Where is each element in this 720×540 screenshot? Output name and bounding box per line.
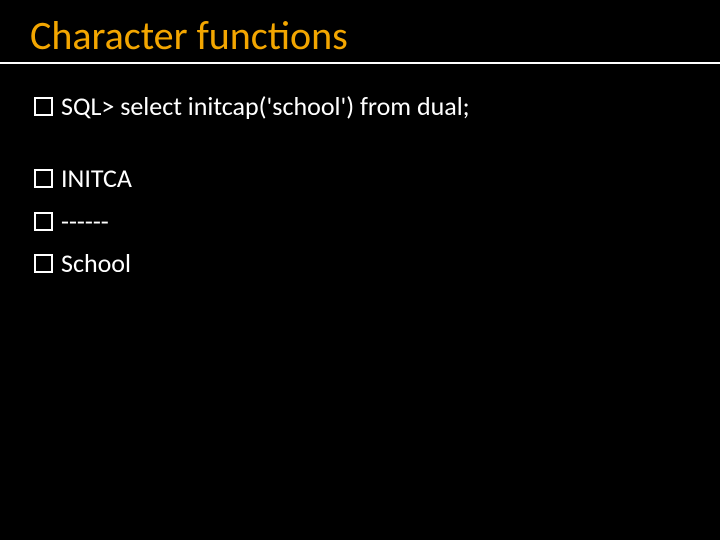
content-line: SQL> select initcap('school') from dual; xyxy=(34,86,690,126)
slide-content: SQL> select initcap('school') from dual;… xyxy=(0,86,720,283)
square-bullet-icon xyxy=(34,212,53,231)
square-bullet-icon xyxy=(34,254,53,273)
square-bullet-icon xyxy=(34,169,53,188)
slide: Character functions SQL> select initcap(… xyxy=(0,0,720,540)
line-text: INITCA xyxy=(61,158,690,198)
line-text: School xyxy=(61,243,690,283)
content-line: INITCA xyxy=(34,158,690,198)
line-text: ------ xyxy=(61,201,690,241)
content-line: ------ xyxy=(34,201,690,241)
blank-line xyxy=(34,128,690,158)
slide-title: Character functions xyxy=(30,14,720,58)
line-text: SQL> select initcap('school') from dual; xyxy=(61,86,690,126)
square-bullet-icon xyxy=(34,97,53,116)
title-band: Character functions xyxy=(0,0,720,64)
content-line: School xyxy=(34,243,690,283)
